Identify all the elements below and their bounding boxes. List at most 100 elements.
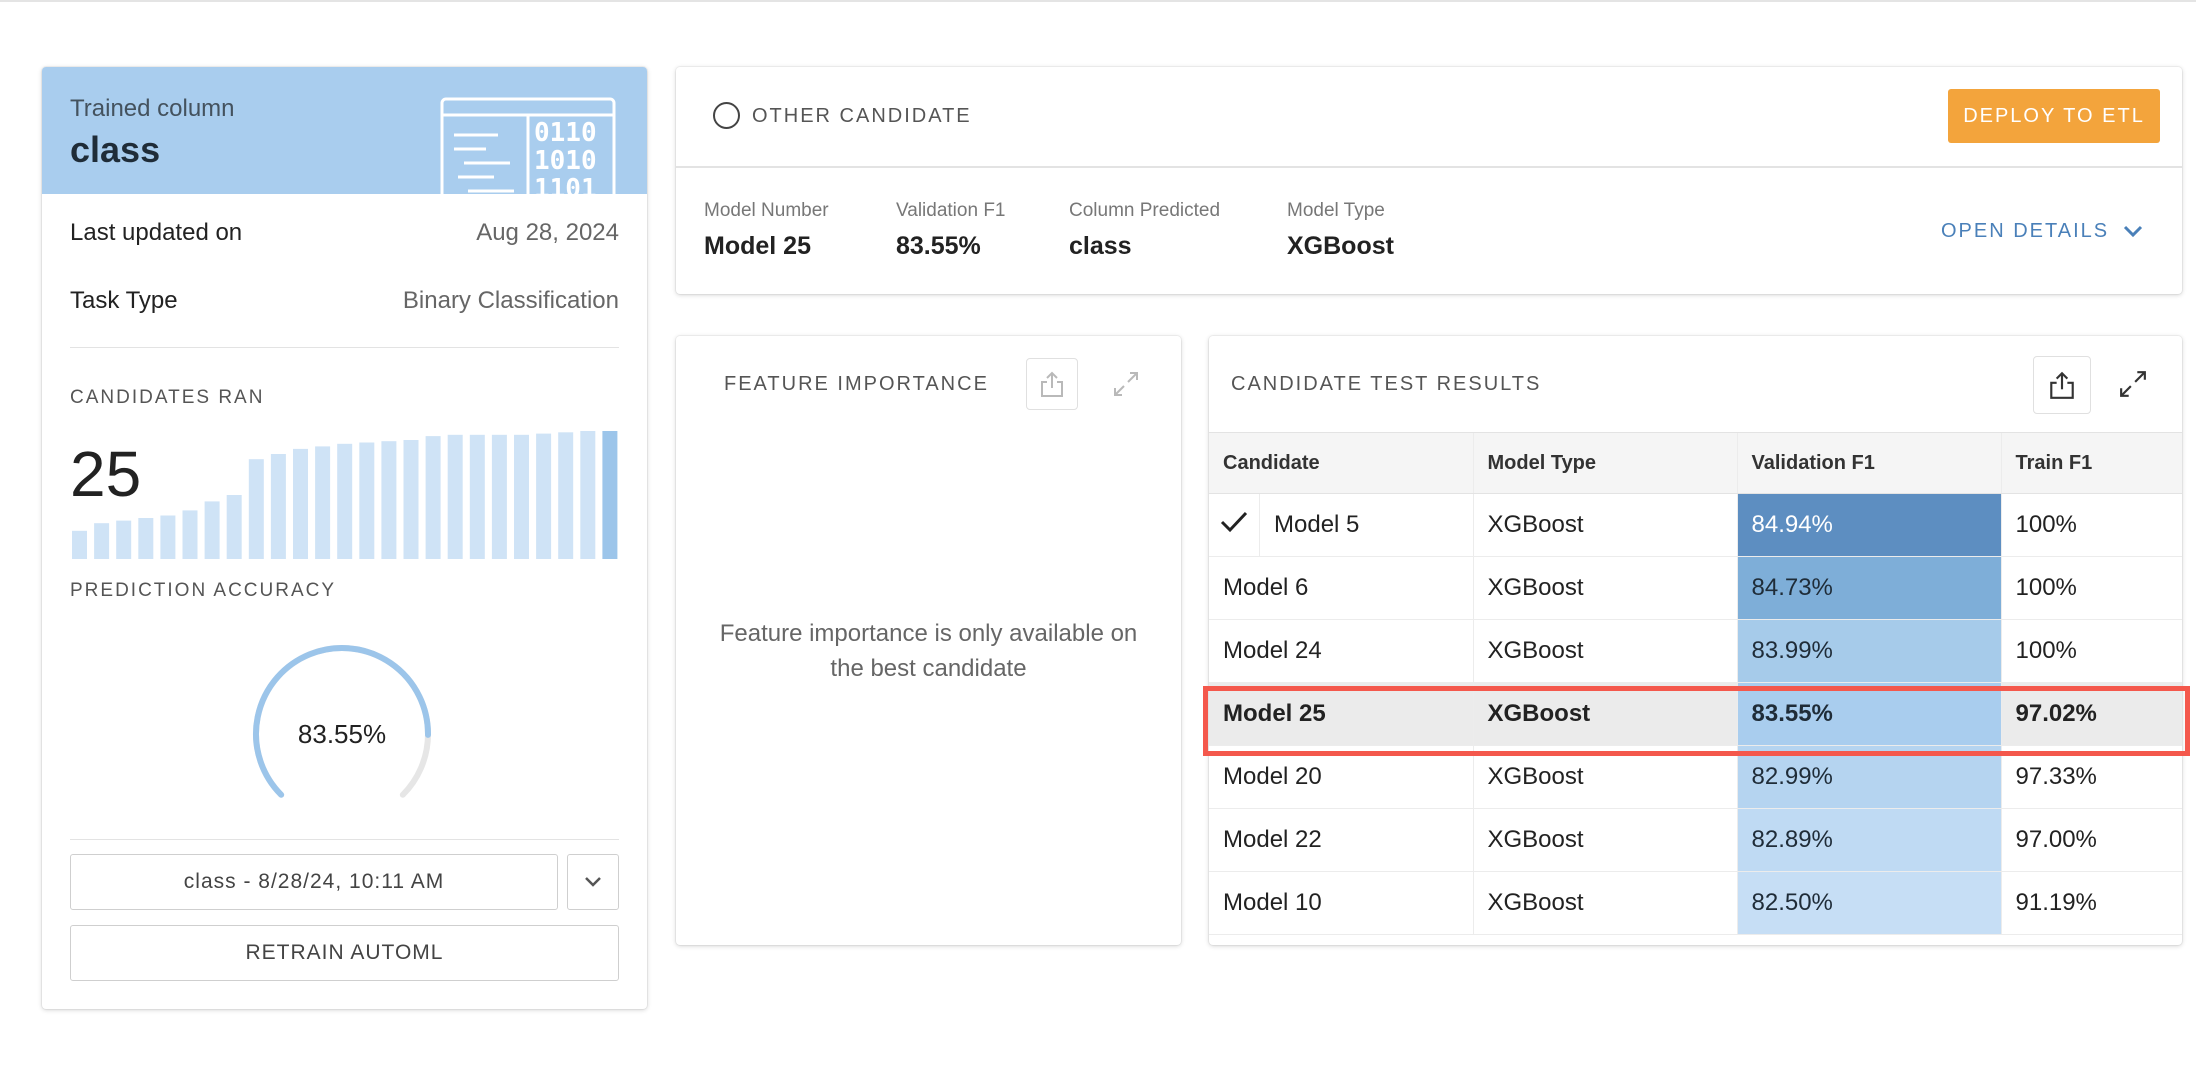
candidate-name: Model 24 [1223,637,1322,664]
open-details-button[interactable]: OPEN DETAILS [1941,220,2143,243]
cell-validation-f1: 83.99% [1736,619,2001,683]
cell-validation-f1: 84.94% [1736,493,2001,557]
candidate-name: Model 10 [1223,889,1322,916]
table-row[interactable]: Model 10 XGBoost 82.50% 91.19% [1209,871,2182,935]
column-header-model-type[interactable]: Model Type [1472,432,1737,494]
export-button[interactable] [2033,356,2091,414]
candidate-bar [182,510,198,559]
column-header-validation-f1[interactable]: Validation F1 [1736,432,2001,494]
candidates-bar-chart [72,431,618,559]
candidate-test-results-title: CANDIDATE TEST RESULTS [1231,373,1542,395]
candidate-bar [491,434,507,559]
other-candidate-radio[interactable] [713,102,740,129]
results-table: Candidate Model Type Validation F1 Train… [1209,432,2182,935]
expand-button[interactable] [2113,364,2153,404]
meta-value: 83.55% [896,232,981,260]
candidate-bar [72,530,87,559]
candidate-bar [514,434,529,559]
expand-button[interactable] [1106,364,1146,404]
meta-value: Model 25 [704,232,811,260]
candidate-bar [270,454,286,559]
candidates-ran-title: CANDIDATES RAN [70,387,265,408]
task-type-label: Task Type [70,287,178,314]
feature-importance-title: FEATURE IMPORTANCE [724,373,989,395]
version-select-value: class - 8/28/24, 10:11 AM [183,870,445,893]
deploy-to-etl-button[interactable]: DEPLOY TO ETL [1948,89,2160,143]
cell-model-type: XGBoost [1472,619,1737,683]
meta-label: Model Number [704,200,829,221]
candidate-bar [558,432,574,559]
candidate-bar [226,495,242,559]
svg-text:1101: 1101 [534,174,597,194]
meta-model-number: Model Number Model 25 [704,200,829,261]
cell-train-f1: 91.19% [2000,871,2182,935]
message-line: the best candidate [830,655,1027,682]
cell-model-type: XGBoost [1472,808,1737,872]
candidate-name: Model 22 [1223,826,1322,853]
table-row[interactable]: Model 25 XGBoost 83.55% 97.02% [1209,682,2182,746]
export-button[interactable] [1026,358,1078,410]
cell-validation-f1: 84.73% [1736,556,2001,620]
other-candidate-label[interactable]: OTHER CANDIDATE [752,105,972,128]
accuracy-gauge-value: 83.55% [297,718,387,749]
meta-value: XGBoost [1287,232,1394,260]
cell-model-type: XGBoost [1472,682,1737,746]
candidate-card-header: OTHER CANDIDATE DEPLOY TO ETL [676,67,2182,168]
table-row[interactable]: Model 5 XGBoost 84.94% 100% [1209,493,2182,557]
cell-model-type: XGBoost [1472,556,1737,620]
expand-icon [2120,371,2146,397]
share-icon [2050,371,2074,399]
cell-model-type: XGBoost [1472,745,1737,809]
column-header-candidate[interactable]: Candidate [1209,432,1473,494]
candidate-bar [381,441,397,559]
table-row[interactable]: Model 24 XGBoost 83.99% 100% [1209,619,2182,683]
retrain-automl-label: RETRAIN AUTOML [245,941,444,964]
trained-column-label: Trained column [70,95,235,122]
cell-candidate: Model 24 [1209,619,1473,683]
candidate-name: Model 20 [1223,763,1322,790]
cell-candidate: Model 6 [1209,556,1473,620]
top-border [0,0,2196,2]
meta-label: Validation F1 [896,200,1006,221]
cell-train-f1: 97.00% [2000,808,2182,872]
cell-candidate: Model 20 [1209,745,1473,809]
candidate-name: Model 6 [1223,574,1309,601]
chevron-down-icon [585,877,601,887]
table-row[interactable]: Model 22 XGBoost 82.89% 97.00% [1209,808,2182,872]
trained-column-panel: Trained column class 0110 1010 1101 Last… [42,67,647,1009]
candidate-bar [160,515,176,559]
cell-validation-f1: 83.55% [1736,682,2001,746]
divider [70,839,619,840]
candidate-bar [204,501,220,559]
cell-validation-f1: 82.99% [1736,745,2001,809]
cell-candidate: Model 22 [1209,808,1473,872]
cell-candidate: Model 10 [1209,871,1473,935]
candidate-bar [403,440,419,559]
candidate-summary-card: OTHER CANDIDATE DEPLOY TO ETL Model Numb… [676,67,2182,294]
version-select[interactable]: class - 8/28/24, 10:11 AM [70,854,558,910]
cell-train-f1: 100% [2000,493,2182,557]
candidate-bar [116,520,132,559]
candidate-bar [469,434,485,559]
retrain-automl-button[interactable]: RETRAIN AUTOML [70,925,619,981]
task-type-value: Binary Classification [402,287,619,314]
candidate-bar [536,433,552,559]
cell-validation-f1: 82.50% [1736,871,2001,935]
cell-candidate: Model 5 [1209,493,1473,557]
candidate-bar [94,523,110,559]
candidate-bar [359,442,375,559]
version-dropdown-button[interactable] [567,854,619,910]
candidate-test-results-card: CANDIDATE TEST RESULTS Candidate Model T… [1209,336,2182,945]
open-details-label: OPEN DETAILS [1941,220,2110,242]
last-updated-row: Last updated on Aug 28, 2024 [70,219,619,259]
last-updated-label: Last updated on [70,219,243,246]
table-row[interactable]: Model 6 XGBoost 84.73% 100% [1209,556,2182,620]
candidate-bar [293,448,308,559]
task-type-row: Task Type Binary Classification [70,287,619,327]
cell-divider [1259,494,1260,556]
message-line: Feature importance is only available on [719,620,1138,647]
column-header-train-f1[interactable]: Train F1 [2000,432,2182,494]
cell-train-f1: 100% [2000,556,2182,620]
cell-train-f1: 97.02% [2000,682,2182,746]
table-row[interactable]: Model 20 XGBoost 82.99% 97.33% [1209,745,2182,809]
